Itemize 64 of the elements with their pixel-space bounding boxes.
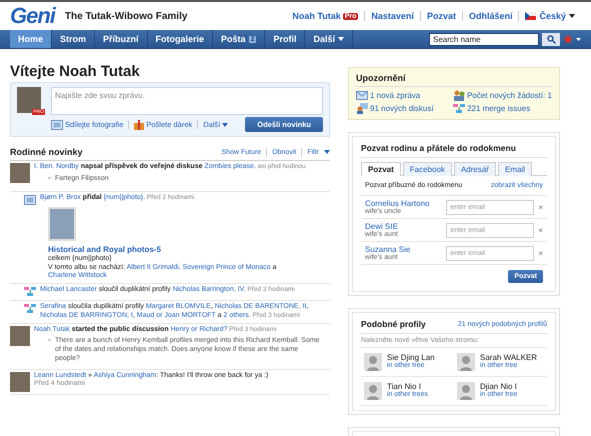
feed-title: Rodinné novinky	[10, 147, 83, 157]
invite-title: Pozvat rodinu a přátele do rodokmenu	[361, 143, 547, 158]
message-field[interactable]: Napište zde svou zprávu.	[51, 87, 323, 115]
relative-name[interactable]: Dewi SIE	[365, 222, 446, 231]
invite-tab[interactable]: Pozvat	[361, 162, 401, 176]
album-title[interactable]: Historical and Royal photos-5	[48, 244, 330, 255]
merge-icon	[24, 304, 36, 313]
alert-link[interactable]: 91 nových diskusí	[370, 104, 434, 113]
silhouette-icon	[364, 382, 382, 400]
merge-icon	[24, 287, 36, 296]
nav-tab[interactable]: Profil	[265, 30, 306, 48]
invite-tab[interactable]: Adresář	[454, 162, 496, 176]
welcome-title: Vítejte Noah Tutak	[10, 63, 141, 80]
nav-tab[interactable]: Home	[10, 30, 52, 48]
invite-tab[interactable]: Email	[498, 162, 532, 176]
alerts-title: Upozornění	[356, 73, 552, 87]
silhouette-icon	[457, 382, 475, 400]
flag-icon	[525, 12, 536, 20]
relative-name[interactable]: Cornelius Hartono	[365, 199, 446, 208]
similar-title: Podobné profily	[361, 319, 426, 329]
alert-link[interactable]: Počet nových žádostí: 1	[467, 91, 552, 100]
nav-tab[interactable]: Příbuzní	[95, 30, 148, 48]
alert-link[interactable]: 221 merge issues	[467, 104, 530, 113]
avatar	[10, 372, 30, 392]
search-field[interactable]: Search name	[429, 32, 539, 46]
invite-tab[interactable]: Facebook	[402, 162, 452, 176]
header-link[interactable]: Odhlášení	[462, 11, 518, 21]
quote-mark: “	[48, 337, 51, 350]
caret-icon	[222, 122, 228, 126]
avatar	[10, 326, 30, 346]
search-icon	[546, 34, 556, 44]
geni-logo[interactable]: Geni	[10, 3, 55, 29]
caret-icon	[569, 14, 575, 18]
family-name: The Tutak-Wibowo Family	[64, 10, 188, 22]
gift-icon	[134, 120, 144, 130]
user-link[interactable]: Noah Tutak	[292, 11, 341, 21]
star-menu-icon[interactable]	[563, 34, 581, 44]
avatar	[10, 163, 30, 183]
remove-button[interactable]: ×	[538, 202, 543, 212]
profile-name[interactable]: Tian Nio I	[387, 382, 421, 391]
quote-mark: “	[48, 174, 51, 186]
nav-tab[interactable]: Fotogalerie	[148, 30, 214, 48]
relative-name[interactable]: Suzanna Sie	[365, 245, 446, 254]
header-link[interactable]: Nastavení	[364, 11, 420, 21]
silhouette-icon	[457, 353, 475, 371]
envelope-icon	[356, 91, 368, 100]
discussion-icon	[356, 103, 368, 114]
remove-button[interactable]: ×	[538, 248, 543, 258]
profile-name[interactable]: Sarah WALKER	[480, 353, 538, 362]
alert-link[interactable]: 1 nová zpráva	[370, 91, 420, 100]
header-link[interactable]: Pozvat	[420, 11, 462, 21]
photo-icon	[24, 195, 36, 205]
people-icon	[453, 90, 466, 101]
photo-icon	[51, 120, 63, 130]
language-menu[interactable]: Český	[539, 11, 566, 21]
nav-tab[interactable]: Další	[305, 30, 353, 48]
search-button[interactable]	[542, 32, 560, 46]
merge-icon	[453, 104, 466, 113]
caret-icon	[324, 150, 330, 154]
profile-name[interactable]: Djian Nio I	[480, 382, 517, 391]
silhouette-icon	[364, 353, 382, 371]
nav-tab[interactable]: Strom	[52, 30, 96, 48]
profile-name[interactable]: Sie Djing Lan	[387, 353, 435, 362]
remove-button[interactable]: ×	[538, 226, 543, 234]
